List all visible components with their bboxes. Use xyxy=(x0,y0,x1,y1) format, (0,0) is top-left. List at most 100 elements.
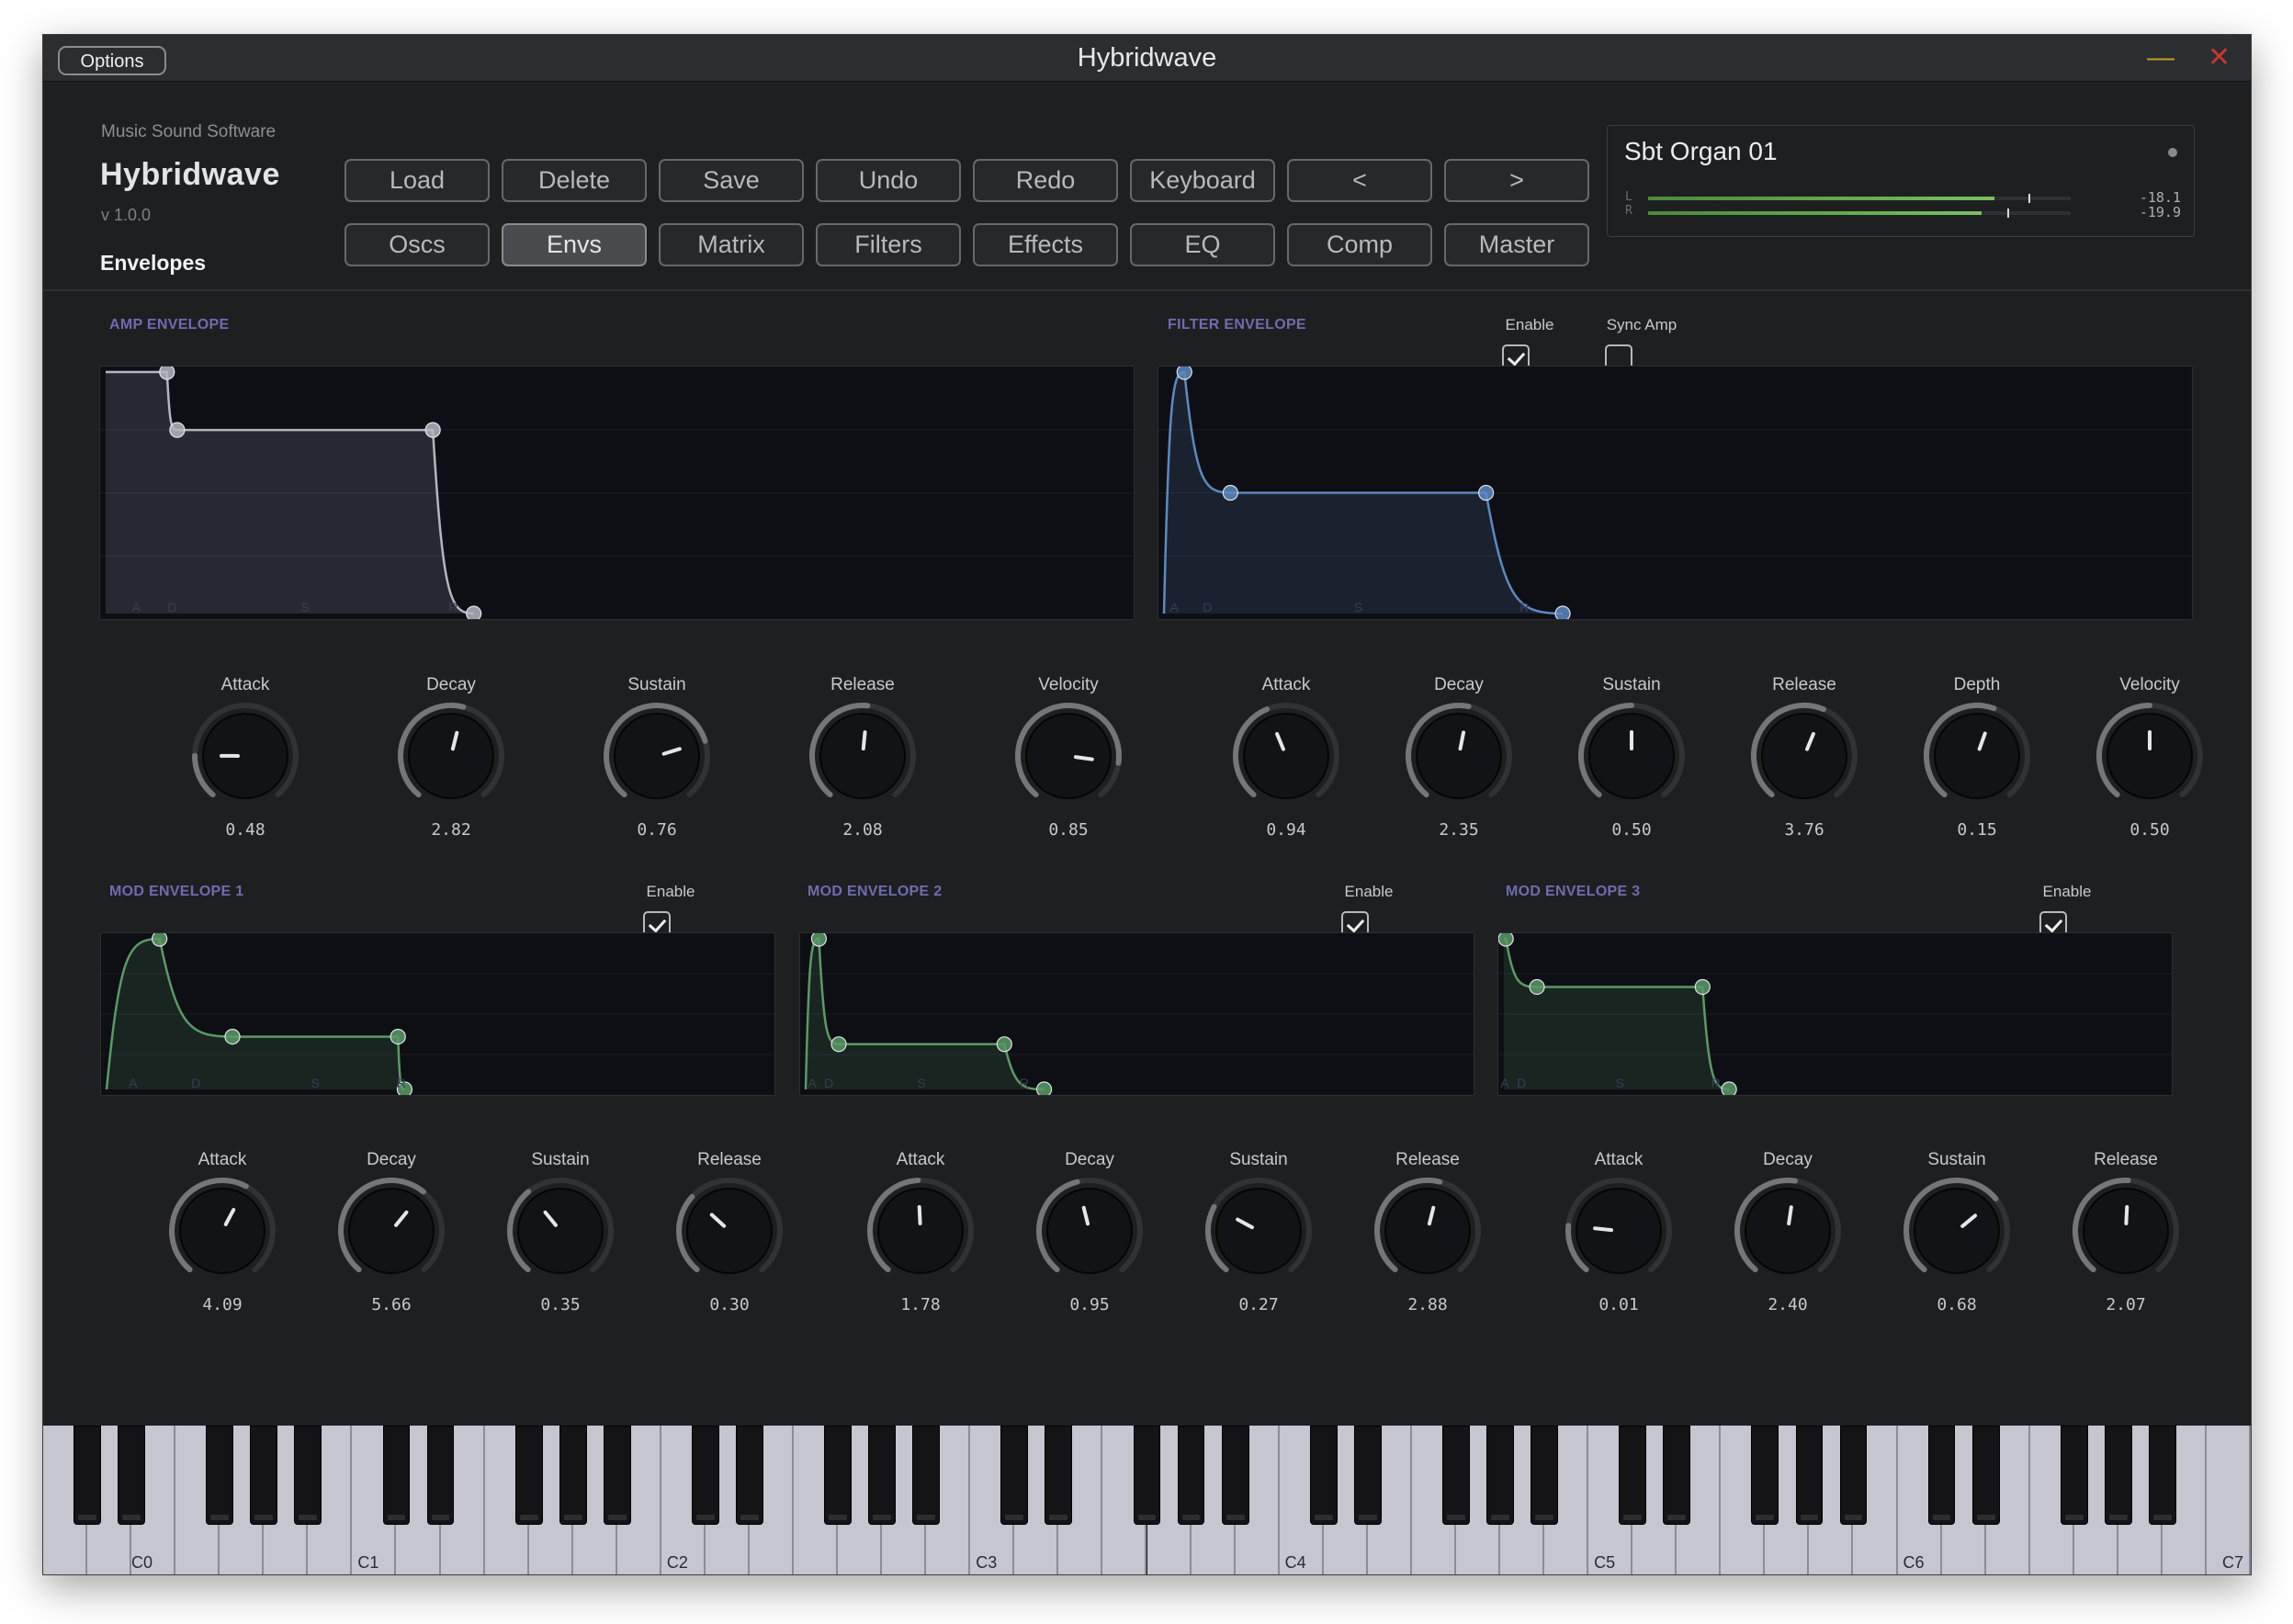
black-key[interactable] xyxy=(1353,1426,1382,1525)
save-button[interactable]: Save xyxy=(659,159,804,202)
tab-envs[interactable]: Envs xyxy=(502,223,647,266)
tab-oscs[interactable]: Oscs xyxy=(345,223,490,266)
tab-filters[interactable]: Filters xyxy=(816,223,961,266)
amp-release-dial[interactable] xyxy=(806,699,920,813)
black-key[interactable] xyxy=(2060,1426,2088,1525)
mod1-release-dial[interactable] xyxy=(672,1174,786,1288)
mod1-decay-knob[interactable]: Decay 5.66 xyxy=(322,1150,460,1314)
filter-envelope-graph[interactable]: ADSR xyxy=(1158,366,2193,620)
black-key[interactable] xyxy=(912,1426,941,1525)
mod1-decay-dial[interactable] xyxy=(334,1174,448,1288)
black-key[interactable] xyxy=(1177,1426,1205,1525)
black-key[interactable] xyxy=(1751,1426,1779,1525)
mod3-decay-dial[interactable] xyxy=(1731,1174,1845,1288)
black-key[interactable] xyxy=(2148,1426,2176,1525)
tab-effects[interactable]: Effects xyxy=(973,223,1118,266)
mod2-handle-3[interactable] xyxy=(996,1036,1012,1053)
filter-depth-dial[interactable] xyxy=(1920,699,2034,813)
black-key[interactable] xyxy=(1531,1426,1558,1525)
amp-handle-3[interactable] xyxy=(424,422,441,438)
mod2-release-dial[interactable] xyxy=(1371,1174,1485,1288)
mod3-handle-2[interactable] xyxy=(1529,978,1545,996)
redo-button[interactable]: Redo xyxy=(973,159,1118,202)
filter-handle-2[interactable] xyxy=(1222,484,1238,502)
black-key[interactable] xyxy=(426,1426,455,1525)
filter-velocity-knob[interactable]: Velocity 0.50 xyxy=(2081,675,2219,840)
black-key[interactable] xyxy=(1839,1426,1868,1525)
filter-release-knob[interactable]: Release 3.76 xyxy=(1735,675,1873,840)
black-key[interactable] xyxy=(1486,1426,1514,1525)
black-key[interactable] xyxy=(824,1426,852,1525)
black-key[interactable] xyxy=(1045,1426,1073,1525)
filter-decay-dial[interactable] xyxy=(1402,699,1516,813)
white-key[interactable] xyxy=(2206,1426,2251,1574)
filter-velocity-dial[interactable] xyxy=(2093,699,2207,813)
mod2-decay-knob[interactable]: Decay 0.95 xyxy=(1021,1150,1158,1314)
load-button[interactable]: Load xyxy=(345,159,490,202)
amp-handle-4[interactable] xyxy=(466,605,482,619)
mod-envelope-1-graph[interactable]: ADSR xyxy=(100,932,775,1096)
mod-envelope-3-graph[interactable]: AD S R xyxy=(1497,932,2173,1096)
mod2-attack-knob[interactable]: Attack 1.78 xyxy=(852,1150,989,1314)
black-key[interactable] xyxy=(206,1426,234,1525)
mod1-handle-1[interactable] xyxy=(152,933,168,947)
mod1-release-knob[interactable]: Release 0.30 xyxy=(661,1150,798,1314)
mod1-sustain-knob[interactable]: Sustain 0.35 xyxy=(491,1150,629,1314)
black-key[interactable] xyxy=(692,1426,719,1525)
mod2-sustain-dial[interactable] xyxy=(1202,1174,1316,1288)
close-icon[interactable]: ✕ xyxy=(2208,42,2231,73)
black-key[interactable] xyxy=(868,1426,897,1525)
black-key[interactable] xyxy=(1442,1426,1470,1525)
amp-decay-dial[interactable] xyxy=(394,699,508,813)
black-key[interactable] xyxy=(2104,1426,2132,1525)
black-key[interactable] xyxy=(1000,1426,1029,1525)
mod3-decay-knob[interactable]: Decay 2.40 xyxy=(1719,1150,1857,1314)
black-key[interactable] xyxy=(514,1426,543,1525)
black-key[interactable] xyxy=(1619,1426,1647,1525)
black-key[interactable] xyxy=(736,1426,763,1525)
mod2-sustain-knob[interactable]: Sustain 0.27 xyxy=(1190,1150,1327,1314)
amp-sustain-knob[interactable]: Sustain 0.76 xyxy=(588,675,726,840)
tab-eq[interactable]: EQ xyxy=(1130,223,1275,266)
mod1-sustain-dial[interactable] xyxy=(503,1174,617,1288)
black-key[interactable] xyxy=(1663,1426,1691,1525)
keyboard-button[interactable]: Keyboard xyxy=(1130,159,1275,202)
amp-velocity-knob[interactable]: Velocity 0.85 xyxy=(1000,675,1137,840)
mod2-handle-2[interactable] xyxy=(830,1036,847,1053)
black-key[interactable] xyxy=(73,1426,101,1525)
prev-preset-button[interactable]: < xyxy=(1287,159,1432,202)
mod2-release-knob[interactable]: Release 2.88 xyxy=(1359,1150,1497,1314)
mod1-attack-dial[interactable] xyxy=(165,1174,279,1288)
delete-button[interactable]: Delete xyxy=(502,159,647,202)
black-key[interactable] xyxy=(1795,1426,1824,1525)
mod3-handle-3[interactable] xyxy=(1694,978,1711,996)
mod1-attack-knob[interactable]: Attack 4.09 xyxy=(153,1150,291,1314)
black-key[interactable] xyxy=(603,1426,631,1525)
black-key[interactable] xyxy=(1927,1426,1956,1525)
minimize-icon[interactable]: — xyxy=(2147,42,2174,73)
mod2-decay-dial[interactable] xyxy=(1033,1174,1146,1288)
amp-velocity-dial[interactable] xyxy=(1011,699,1125,813)
filter-handle-1[interactable] xyxy=(1176,367,1192,380)
mod2-attack-dial[interactable] xyxy=(864,1174,977,1288)
filter-sustain-dial[interactable] xyxy=(1575,699,1689,813)
black-key[interactable] xyxy=(1133,1426,1161,1525)
undo-button[interactable]: Undo xyxy=(816,159,961,202)
mod3-sustain-dial[interactable] xyxy=(1900,1174,2014,1288)
amp-envelope-graph[interactable]: ADSR xyxy=(99,366,1135,620)
mod3-sustain-knob[interactable]: Sustain 0.68 xyxy=(1888,1150,2026,1314)
black-key[interactable] xyxy=(1221,1426,1249,1525)
mod3-handle-1[interactable] xyxy=(1498,933,1514,947)
filter-depth-knob[interactable]: Depth 0.15 xyxy=(1908,675,2046,840)
black-key[interactable] xyxy=(559,1426,587,1525)
filter-sustain-knob[interactable]: Sustain 0.50 xyxy=(1563,675,1700,840)
mod-envelope-2-graph[interactable]: AD S R xyxy=(799,932,1474,1096)
mod3-attack-dial[interactable] xyxy=(1562,1174,1676,1288)
amp-handle-1[interactable] xyxy=(159,367,175,380)
tab-master[interactable]: Master xyxy=(1444,223,1589,266)
mod2-handle-4[interactable] xyxy=(1035,1081,1053,1095)
black-key[interactable] xyxy=(118,1426,146,1525)
mod2-handle-1[interactable] xyxy=(810,933,828,947)
mod3-handle-4[interactable] xyxy=(1721,1081,1737,1095)
filter-attack-knob[interactable]: Attack 0.94 xyxy=(1217,675,1355,840)
